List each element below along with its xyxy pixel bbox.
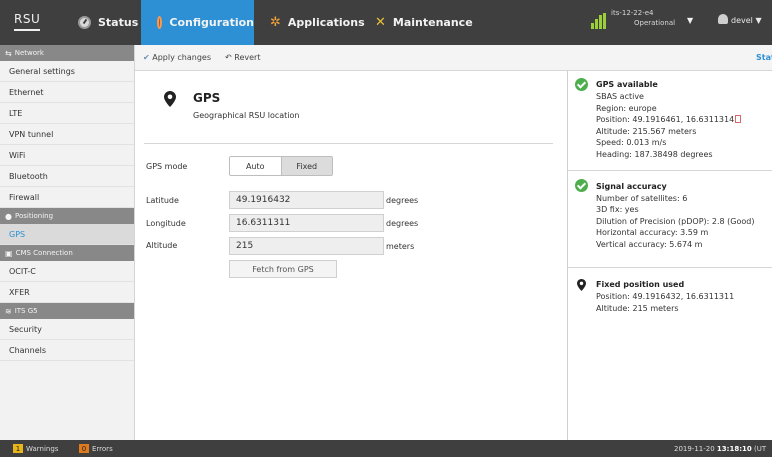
sidebar-item-channels[interactable]: Channels [0,340,134,361]
errors-count-badge[interactable]: 0 [79,444,89,453]
gps-settings-form: GPS Geographical RSU location GPS mode A… [135,71,567,440]
card-line: Altitude: 215 meters [596,304,679,313]
latitude-unit: degrees [386,196,419,205]
tab-maintenance-label: Maintenance [392,16,473,29]
signal-icon [591,13,607,29]
warnings-label[interactable]: Warnings [26,445,58,453]
tab-maintenance[interactable]: ✕ Maintenance [375,0,473,45]
gauge-icon [78,16,91,29]
tab-status-label: Status [98,16,139,29]
card-title: GPS available [596,80,658,89]
caret-down-icon: ▼ [687,16,694,25]
device-state: Operational [634,19,676,27]
sidebar-item-bluetooth[interactable]: Bluetooth [0,166,134,187]
gear-icon [157,16,163,29]
card-line: Speed: 0.013 m/s [596,138,667,147]
sidebar-section-its-g5: ≋ ITS G5 [0,303,134,319]
sidebar-item-firewall[interactable]: Firewall [0,187,134,208]
card-line: Altitude: 215.567 meters [596,127,697,136]
top-navigation-bar: RSU Status Configuration ✲ Applications … [0,0,772,45]
card-line: Number of satellites: 6 [596,194,688,203]
card-line: 3D fix: yes [596,205,639,214]
sidebar-item-ethernet[interactable]: Ethernet [0,82,134,103]
sidebar-item-ocit-c[interactable]: OCIT-C [0,261,134,282]
divider [568,170,772,171]
tab-applications[interactable]: ✲ Applications [270,0,365,45]
card-line: Horizontal accuracy: 3.59 m [596,228,709,237]
gps-mode-fixed-option[interactable]: Fixed [280,157,332,175]
sidebar-item-wifi[interactable]: WiFi [0,145,134,166]
card-line: SBAS active [596,92,644,101]
longitude-input[interactable]: 16.6311311 [229,214,384,232]
brand-logo[interactable]: RSU [14,12,41,31]
altitude-input[interactable]: 215 [229,237,384,255]
action-toolbar: ✔ Apply changes ↶ Revert Stat [135,45,772,71]
server-icon: ▣ [5,248,13,258]
sidebar-item-security[interactable]: Security [0,319,134,340]
location-pin-icon [577,279,586,291]
card-title: Signal accuracy [596,182,667,191]
card-line: Vertical accuracy: 5.674 m [596,240,703,249]
tab-applications-label: Applications [287,16,365,29]
card-line: Heading: 187.38498 degrees [596,150,713,159]
status-panel-tab[interactable]: Stat [756,53,772,62]
card-line: Position: 49.1916432, 16.6311311 [596,292,735,301]
tab-configuration[interactable]: Configuration [141,0,254,45]
location-pin-icon: ● [5,211,12,221]
sidebar-item-gps[interactable]: GPS [0,224,134,245]
divider [568,267,772,268]
caret-down-icon: ▼ [755,16,762,25]
gps-mode-auto-option[interactable]: Auto [230,157,281,175]
undo-icon: ↶ [225,53,232,62]
errors-label[interactable]: Errors [92,445,113,453]
sidebar-section-positioning: ● Positioning [0,208,134,224]
gps-mode-toggle: Auto Fixed [229,156,333,176]
page-title: GPS [193,91,221,105]
fetch-from-gps-button[interactable]: Fetch from GPS [229,260,337,278]
divider [144,143,553,144]
copy-icon[interactable] [735,115,742,123]
sidebar-item-vpn-tunnel[interactable]: VPN tunnel [0,124,134,145]
sidebar-section-cms-connection: ▣ CMS Connection [0,245,134,261]
altitude-unit: meters [386,242,415,251]
page-subtitle: Geographical RSU location [193,111,300,120]
altitude-label: Altitude [146,241,178,250]
card-line: Position: 49.1916461, 16.6311314 [596,115,742,124]
longitude-label: Longitude [146,219,186,228]
card-title: Fixed position used [596,280,685,289]
latitude-label: Latitude [146,196,179,205]
network-icon: ⇆ [5,48,12,58]
revert-button[interactable]: ↶ Revert [225,53,260,62]
warnings-count-badge[interactable]: 1 [13,444,23,453]
longitude-unit: degrees [386,219,419,228]
sidebar-section-network: ⇆ Network [0,45,134,61]
device-name: its-12-22-e4 [611,9,654,17]
card-line: Dilution of Precision (pDOP): 2.8 (Good) [596,217,755,226]
wifi-icon: ≋ [5,306,12,316]
tools-icon: ✕ [375,15,386,30]
sidebar: ⇆ Network General settings Ethernet LTE V… [0,45,135,440]
latitude-input[interactable]: 49.1916432 [229,191,384,209]
apply-changes-button[interactable]: ✔ Apply changes [143,53,211,62]
tab-status[interactable]: Status [78,0,138,45]
check-circle-icon [575,179,588,192]
tab-configuration-label: Configuration [169,16,254,29]
clock: 2019-11-20 13:18:10 (UT [674,445,767,453]
check-circle-icon [575,78,588,91]
device-selector[interactable]: its-12-22-e4 Operational ▼ [591,9,703,37]
sidebar-item-xfer[interactable]: XFER [0,282,134,303]
user-name: devel [731,16,753,25]
location-pin-icon [164,91,176,107]
gps-mode-label: GPS mode [146,162,188,171]
user-icon [718,14,728,24]
status-bar: 1 Warnings 0 Errors 2019-11-20 13:18:10 … [0,440,772,457]
user-menu[interactable]: devel ▼ [718,14,762,25]
sidebar-item-general-settings[interactable]: General settings [0,61,134,82]
puzzle-icon: ✲ [270,15,281,30]
status-panel: GPS available SBAS active Region: europe… [567,71,772,440]
card-line: Region: europe [596,104,657,113]
checkmark-icon: ✔ [143,53,150,62]
sidebar-item-lte[interactable]: LTE [0,103,134,124]
